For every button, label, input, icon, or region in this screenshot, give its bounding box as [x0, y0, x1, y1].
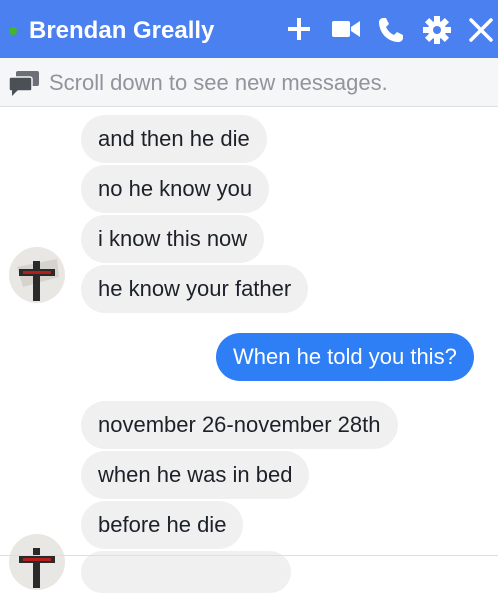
avatar-image — [9, 247, 65, 303]
message-bubble[interactable]: no he know you — [81, 165, 270, 213]
close-icon[interactable] — [468, 17, 494, 43]
message-bubble[interactable]: before he die — [81, 501, 244, 549]
message-bubble[interactable]: when he was in bed — [81, 451, 310, 499]
message-bubble[interactable]: he know your father — [81, 265, 309, 313]
contact-name[interactable]: Brendan Greally — [29, 16, 214, 46]
gear-icon[interactable] — [422, 15, 452, 45]
video-icon[interactable] — [331, 18, 361, 40]
message-bubble[interactable]: and then he die — [81, 115, 267, 163]
avatar[interactable] — [9, 534, 65, 590]
divider — [0, 555, 498, 556]
message-bubble[interactable]: november 26-november 28th — [81, 401, 398, 449]
avatar[interactable] — [9, 247, 65, 303]
message-bubble[interactable]: i know this now — [81, 215, 265, 263]
chat-bubbles-icon — [8, 71, 39, 96]
notice-text: Scroll down to see new messages. — [49, 70, 388, 95]
chat-header: Brendan Greally — [0, 0, 498, 58]
new-messages-notice[interactable]: Scroll down to see new messages. — [0, 58, 498, 107]
add-icon[interactable] — [0, 15, 30, 45]
message-bubble-partial[interactable] — [81, 551, 291, 593]
avatar-image — [9, 534, 65, 590]
phone-icon[interactable] — [377, 16, 405, 44]
add-icon[interactable] — [286, 16, 312, 42]
message-bubble-outgoing[interactable]: When he told you this? — [216, 333, 474, 381]
